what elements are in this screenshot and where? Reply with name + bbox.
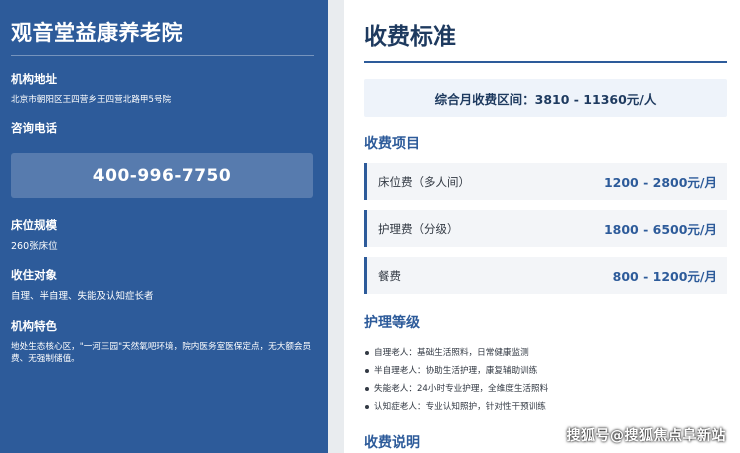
address-value: 北京市朝阳区王四营乡王四营北路甲5号院 (11, 95, 172, 105)
address-label: 机构地址 (11, 72, 57, 86)
page-title: 收费标准 (364, 0, 727, 63)
target-value: 自理、半自理、失能及认知症长者 (11, 291, 154, 303)
list-item: 半自理老人：协助生活护理，康复辅助训练 (364, 362, 727, 380)
fee-summary: 综合月收费区间：3810 - 11360元/人 (364, 79, 727, 117)
watermark: 搜狐号@搜狐焦点阜新站 (566, 428, 726, 444)
fee-name: 床位费（多人间） (378, 174, 470, 189)
target-label: 收住对象 (11, 268, 57, 283)
fee-row: 护理费（分级） 1800 - 6500元/月 (364, 210, 727, 247)
fee-price: 800 - 1200元/月 (612, 269, 717, 284)
fees-panel: 收费标准 综合月收费区间：3810 - 11360元/人 收费项目 床位费（多人… (344, 0, 740, 453)
list-item: 认知症老人：专业认知照护，针对性干预训练 (364, 398, 727, 416)
phone-number-button[interactable]: 400-996-7750 (11, 153, 313, 199)
org-name: 观音堂益康养老院 (11, 0, 314, 56)
fee-price: 1200 - 2800元/月 (603, 175, 717, 190)
list-item: 自理老人：基础生活照料，日常健康监测 (364, 344, 727, 362)
fee-name: 护理费（分级） (378, 221, 459, 236)
org-info-panel: 观音堂益康养老院 机构地址 北京市朝阳区王四营乡王四营北路甲5号院 咨询电话 4… (0, 0, 328, 453)
fee-price: 1800 - 6500元/月 (603, 222, 717, 237)
fee-items-heading: 收费项目 (364, 136, 420, 152)
phone-label: 咨询电话 (11, 121, 57, 136)
beds-label: 床位规模 (11, 218, 57, 233)
panel-gap (328, 0, 344, 453)
care-levels-list: 自理老人：基础生活照料，日常健康监测 半自理老人：协助生活护理，康复辅助训练 失… (364, 344, 727, 416)
fee-row: 床位费（多人间） 1200 - 2800元/月 (364, 163, 727, 200)
features-value: 地处生态核心区，"一河三园"天然氧吧环境，院内医务室医保定点，无大额会员费、无强… (11, 341, 312, 364)
care-levels-heading: 护理等级 (364, 315, 420, 331)
fee-name: 餐费 (378, 268, 401, 283)
features-label: 机构特色 (11, 318, 57, 333)
beds-value: 260张床位 (11, 241, 58, 253)
list-item: 失能老人：24小时专业护理，全维度生活照料 (364, 380, 727, 398)
fee-row: 餐费 800 - 1200元/月 (364, 257, 727, 294)
